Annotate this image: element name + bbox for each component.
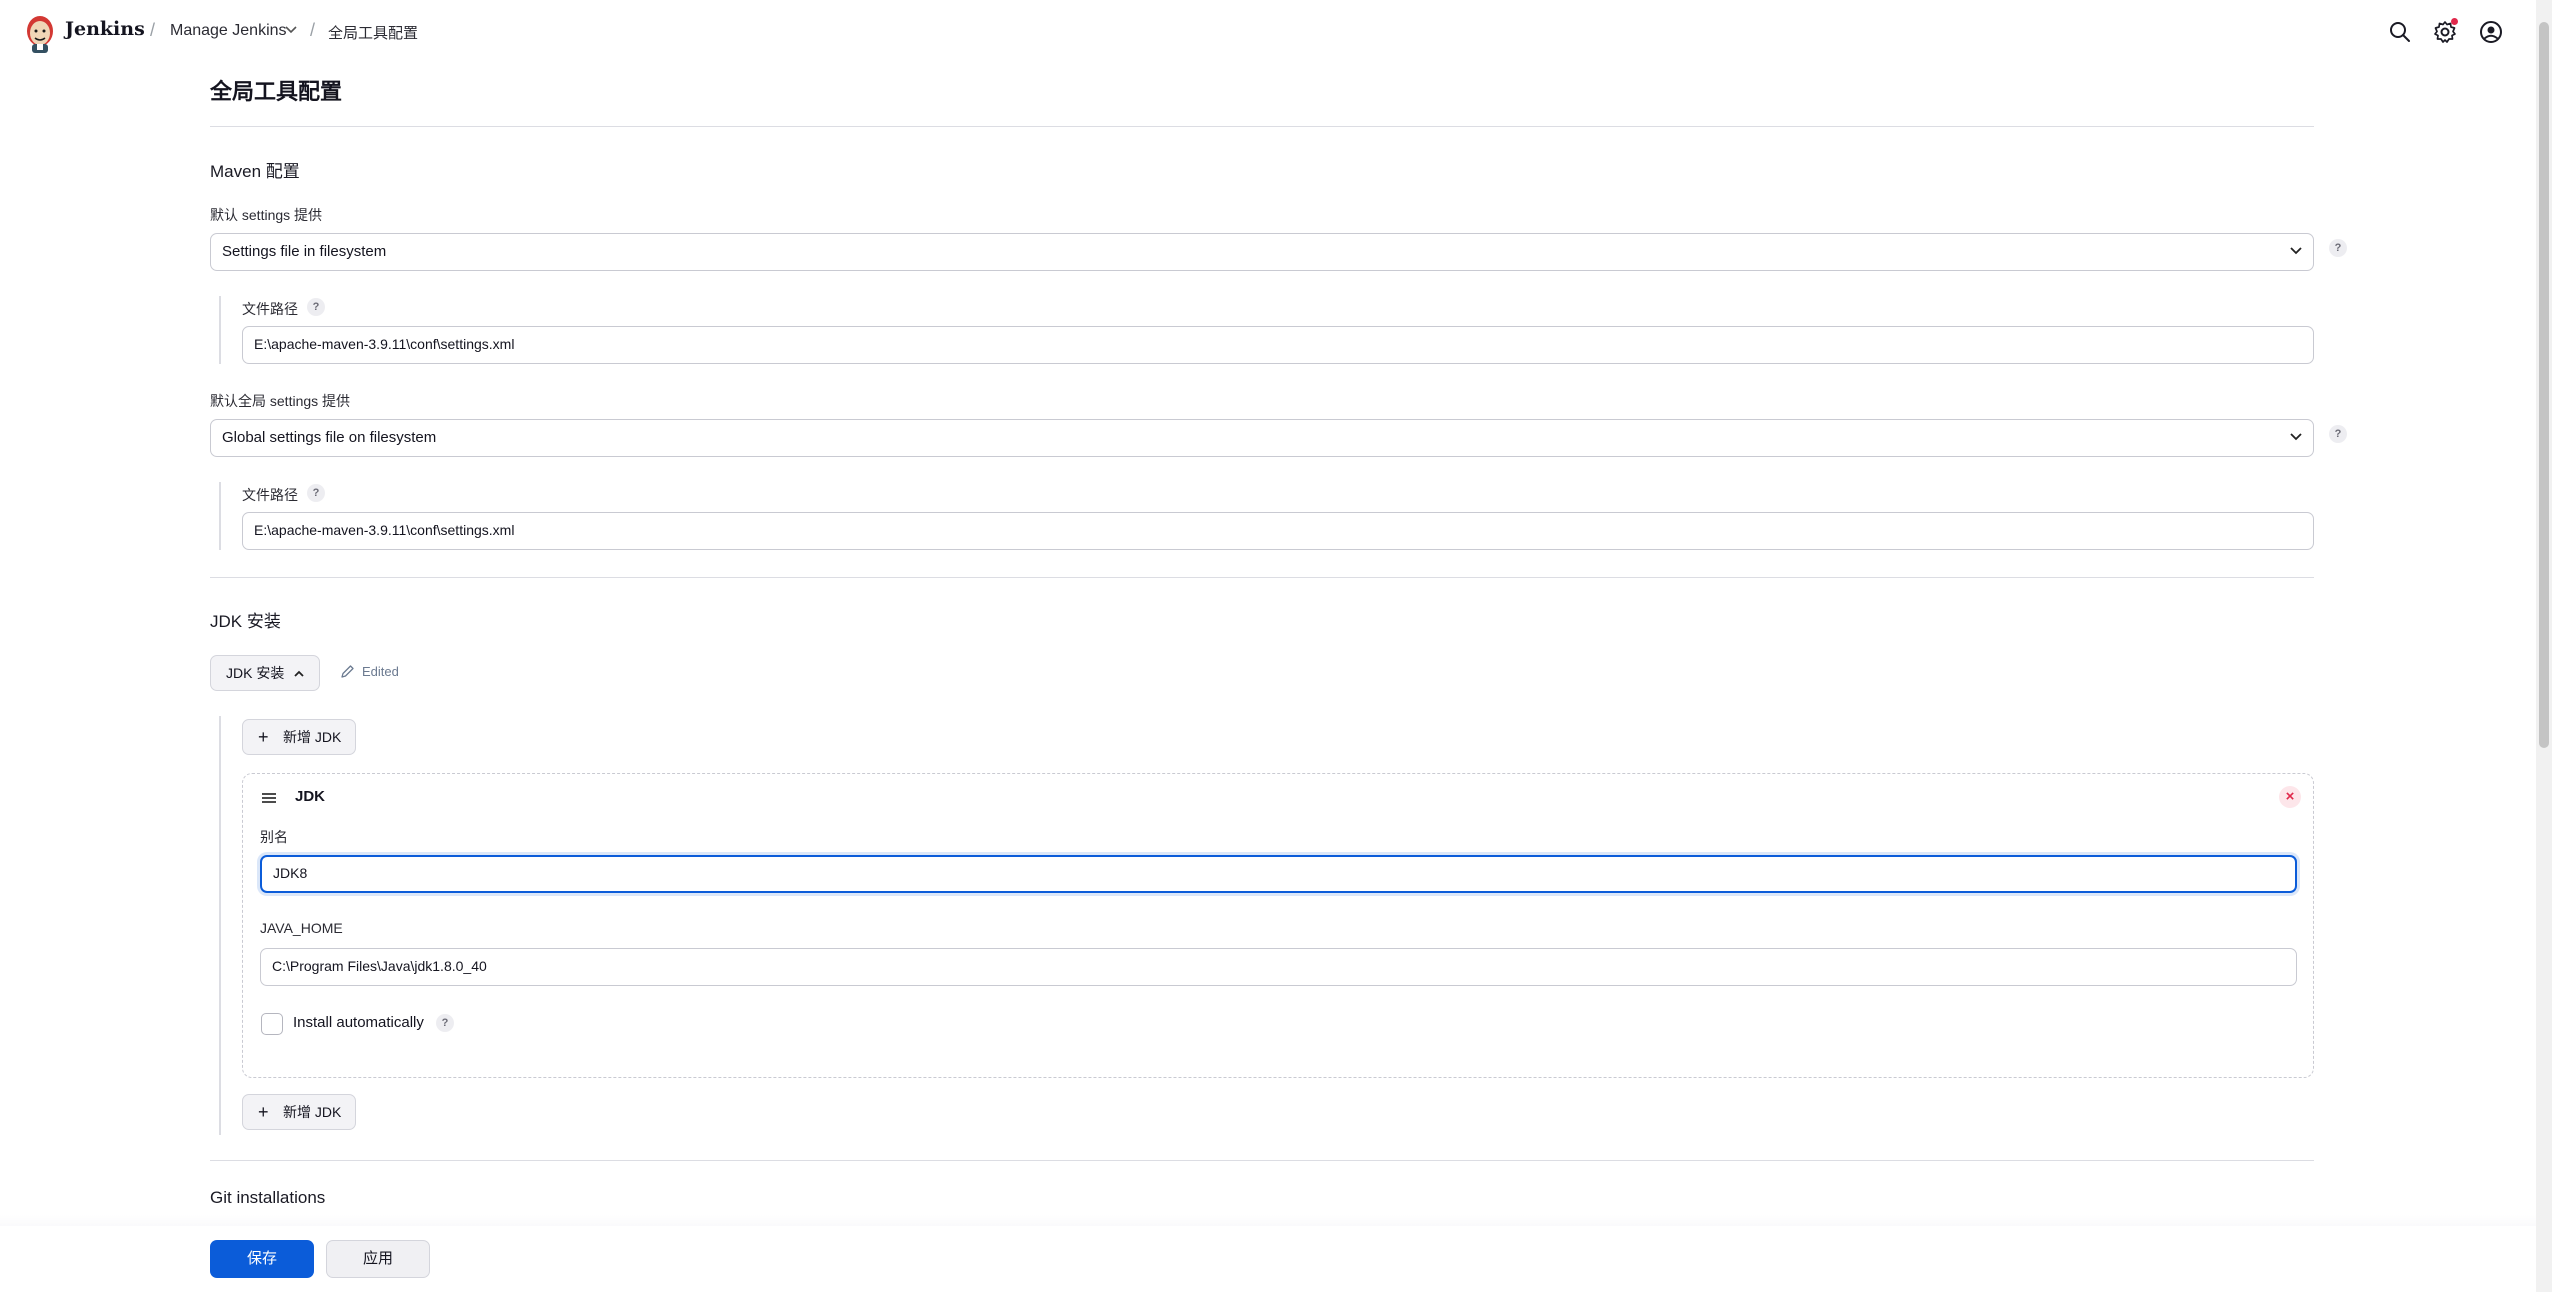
plus-icon: + [258, 727, 269, 747]
breadcrumb-separator: / [150, 20, 156, 40]
edited-label: Edited [362, 664, 399, 679]
add-jdk-label: 新增 JDK [283, 729, 342, 745]
breadcrumb-separator: / [310, 20, 316, 40]
drag-handle-icon[interactable] [261, 792, 277, 804]
java-home-label: JAVA_HOME [260, 920, 343, 936]
global-settings-path-label: 文件路径 [242, 487, 298, 503]
jdk-alias-input[interactable]: JDK8 [260, 855, 2297, 893]
scrollbar-thumb[interactable] [2539, 22, 2549, 748]
settings-path-input[interactable]: E:\apache-maven-3.9.11\conf\settings.xml [242, 326, 2314, 364]
close-icon[interactable]: × [2279, 786, 2301, 808]
jdk-card-title: JDK [295, 788, 326, 805]
plus-icon: + [258, 1102, 269, 1122]
divider [210, 577, 2314, 578]
breadcrumb-current[interactable]: 全局工具配置 [328, 22, 418, 43]
jdk-alias-label: 别名 [260, 829, 288, 845]
divider [210, 126, 2314, 127]
brand-name[interactable]: Jenkins [65, 18, 145, 40]
nested-indicator [219, 716, 221, 1135]
divider [210, 1160, 2314, 1161]
chevron-down-icon [2290, 247, 2302, 255]
settings-path-label: 文件路径 [242, 301, 298, 317]
add-jdk-button-bottom[interactable]: + 新增 JDK [242, 1094, 356, 1130]
jdk-toggle-button[interactable]: JDK 安装 [210, 655, 320, 691]
help-icon[interactable]: ? [2329, 425, 2347, 443]
jdk-toggle-label: JDK 安装 [226, 665, 285, 681]
jenkins-logo-icon[interactable] [24, 14, 56, 54]
global-settings-path-input[interactable]: E:\apache-maven-3.9.11\conf\settings.xml [242, 512, 2314, 550]
user-icon[interactable] [2479, 20, 2503, 44]
install-automatically-checkbox[interactable] [261, 1013, 283, 1035]
global-settings-provider-label: 默认全局 settings 提供 [210, 393, 351, 409]
chevron-down-icon[interactable] [284, 25, 298, 35]
save-button[interactable]: 保存 [210, 1240, 314, 1278]
java-home-input[interactable]: C:\Program Files\Java\jdk1.8.0_40 [260, 948, 2297, 986]
settings-provider-label: 默认 settings 提供 [210, 207, 323, 223]
breadcrumb-manage-jenkins[interactable]: Manage Jenkins [170, 22, 287, 40]
jdk-card [242, 773, 2314, 1078]
settings-provider-select[interactable]: Settings file in filesystem [210, 233, 2314, 271]
help-icon[interactable]: ? [2329, 239, 2347, 257]
help-icon[interactable]: ? [307, 484, 325, 502]
top-header: Jenkins / Manage Jenkins / 全局工具配置 [0, 0, 2536, 64]
chevron-down-icon [2290, 433, 2302, 441]
help-icon[interactable]: ? [307, 298, 325, 316]
help-icon[interactable]: ? [436, 1014, 454, 1032]
scrollbar[interactable] [2536, 0, 2552, 1292]
chevron-up-icon [294, 670, 304, 677]
settings-provider-value: Settings file in filesystem [222, 243, 387, 260]
global-settings-provider-select[interactable]: Global settings file on filesystem [210, 419, 2314, 457]
search-icon[interactable] [2388, 20, 2412, 44]
install-automatically-label[interactable]: Install automatically [293, 1014, 424, 1031]
jdk-section-title: JDK 安装 [210, 612, 281, 631]
notification-dot [2451, 18, 2458, 25]
global-settings-provider-value: Global settings file on filesystem [222, 429, 437, 446]
pencil-icon [341, 665, 354, 678]
maven-section-title: Maven 配置 [210, 162, 300, 181]
git-section-title: Git installations [210, 1188, 326, 1207]
add-jdk-button[interactable]: + 新增 JDK [242, 719, 356, 755]
add-jdk-label: 新增 JDK [283, 1104, 342, 1120]
nested-indicator [219, 482, 221, 550]
page-title: 全局工具配置 [210, 79, 343, 104]
apply-button[interactable]: 应用 [326, 1240, 430, 1278]
nested-indicator [219, 296, 221, 364]
